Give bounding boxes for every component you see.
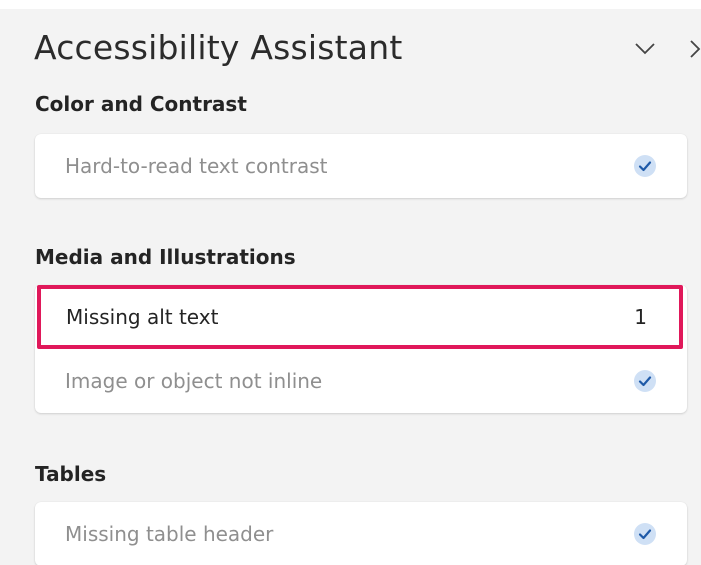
- checkmark-circle-icon: [634, 370, 656, 392]
- close-icon[interactable]: [690, 40, 701, 58]
- checkmark-circle-icon: [634, 155, 656, 177]
- section-card-color-contrast: Hard-to-read text contrast: [35, 134, 687, 198]
- section-heading-color-contrast: Color and Contrast: [35, 92, 247, 116]
- chevron-down-icon[interactable]: [634, 42, 656, 56]
- list-item[interactable]: Hard-to-read text contrast: [35, 134, 687, 198]
- highlighted-issue-row[interactable]: Missing alt text 1: [37, 285, 683, 349]
- highlighted-issue-count: 1: [634, 305, 647, 329]
- checkmark-circle-icon: [634, 523, 656, 545]
- section-heading-tables: Tables: [35, 462, 107, 486]
- list-item[interactable]: Image or object not inline: [35, 349, 687, 413]
- list-item[interactable]: Missing table header: [35, 502, 687, 565]
- section-heading-media-illustrations: Media and Illustrations: [35, 245, 296, 269]
- pane-top-edge: [0, 0, 701, 9]
- pane-title: Accessibility Assistant: [34, 28, 403, 67]
- item-label: Missing table header: [65, 522, 274, 546]
- highlighted-item-label: Missing alt text: [66, 305, 219, 329]
- item-label: Image or object not inline: [65, 369, 323, 393]
- section-card-tables: Missing table header: [35, 502, 687, 565]
- accessibility-assistant-pane: Accessibility Assistant Color and Contra…: [0, 0, 701, 565]
- item-label: Hard-to-read text contrast: [65, 154, 328, 178]
